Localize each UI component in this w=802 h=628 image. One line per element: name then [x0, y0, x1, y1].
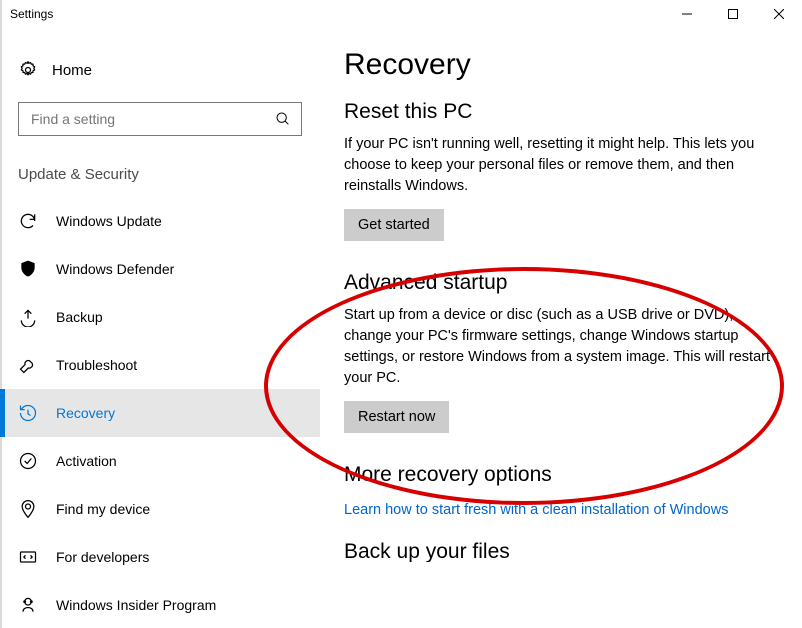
reset-pc-section: Reset this PC If your PC isn't running w… [344, 100, 778, 241]
window-controls [664, 0, 802, 28]
more-recovery-heading: More recovery options [344, 463, 778, 487]
sidebar-item-find-my-device[interactable]: Find my device [0, 485, 320, 533]
developer-icon [18, 547, 38, 567]
sidebar-item-label: Activation [56, 453, 117, 469]
sidebar-item-windows-update[interactable]: Windows Update [0, 197, 320, 245]
get-started-button[interactable]: Get started [344, 209, 444, 241]
fresh-start-link[interactable]: Learn how to start fresh with a clean in… [344, 502, 728, 518]
reset-pc-body: If your PC isn't running well, resetting… [344, 134, 774, 197]
sidebar-item-windows-defender[interactable]: Windows Defender [0, 245, 320, 293]
check-circle-icon [18, 451, 38, 471]
search-icon [273, 109, 293, 129]
sidebar-item-label: Find my device [56, 501, 150, 517]
minimize-button[interactable] [664, 0, 710, 28]
search-input[interactable] [29, 110, 273, 128]
sidebar-item-label: Recovery [56, 405, 115, 421]
advanced-startup-body: Start up from a device or disc (such as … [344, 305, 774, 389]
sidebar-item-activation[interactable]: Activation [0, 437, 320, 485]
page-title: Recovery [344, 48, 778, 82]
reset-pc-heading: Reset this PC [344, 100, 778, 124]
window-title: Settings [10, 7, 53, 21]
backup-files-heading: Back up your files [344, 540, 778, 562]
sidebar-item-label: Windows Defender [56, 261, 174, 277]
restart-now-button[interactable]: Restart now [344, 401, 449, 433]
gear-icon [18, 60, 38, 80]
sidebar-item-label: Backup [56, 309, 103, 325]
location-icon [18, 499, 38, 519]
shield-icon [18, 259, 38, 279]
close-button[interactable] [756, 0, 802, 28]
sidebar-item-label: Windows Insider Program [56, 597, 216, 613]
backup-files-section-cutoff: Back up your files [344, 540, 778, 562]
insider-icon [18, 595, 38, 615]
wrench-icon [18, 355, 38, 375]
history-icon [18, 403, 38, 423]
main-content: Recovery Reset this PC If your PC isn't … [320, 28, 802, 628]
home-label: Home [52, 62, 92, 79]
sidebar-item-troubleshoot[interactable]: Troubleshoot [0, 341, 320, 389]
titlebar: Settings [0, 0, 802, 28]
sidebar-item-backup[interactable]: Backup [0, 293, 320, 341]
search-box[interactable] [18, 102, 302, 136]
advanced-startup-heading: Advanced startup [344, 271, 778, 295]
sidebar-section-header: Update & Security [0, 156, 320, 197]
sidebar-item-for-developers[interactable]: For developers [0, 533, 320, 581]
more-recovery-section: More recovery options Learn how to start… [344, 463, 778, 518]
sidebar-item-windows-insider[interactable]: Windows Insider Program [0, 581, 320, 628]
sync-icon [18, 211, 38, 231]
nav-list: Windows Update Windows Defender Backup T… [0, 197, 320, 628]
sidebar-item-label: For developers [56, 549, 149, 565]
maximize-icon [728, 9, 738, 19]
sidebar-item-label: Windows Update [56, 213, 162, 229]
sidebar: Home Update & Security Windows Update [0, 28, 320, 628]
advanced-startup-section: Advanced startup Start up from a device … [344, 271, 778, 433]
sidebar-item-label: Troubleshoot [56, 357, 137, 373]
maximize-button[interactable] [710, 0, 756, 28]
close-icon [774, 9, 784, 19]
backup-arrow-icon [18, 307, 38, 327]
sidebar-item-recovery[interactable]: Recovery [0, 389, 320, 437]
home-nav[interactable]: Home [0, 52, 320, 88]
minimize-icon [682, 9, 692, 19]
